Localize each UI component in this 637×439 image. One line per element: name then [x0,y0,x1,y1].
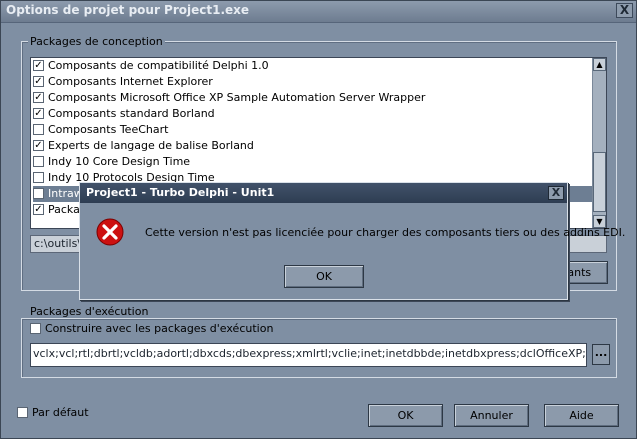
error-dialog: Project1 - Turbo Delphi - Unit1 X Cette … [79,182,625,300]
checkbox[interactable] [33,123,44,135]
ellipsis-button[interactable]: ... [592,344,610,365]
list-item[interactable]: Composants TeeChart [33,122,593,138]
checkbox[interactable]: ✓ [33,187,44,199]
checkbox[interactable] [33,171,44,183]
checkbox[interactable]: ✓ [33,75,44,87]
list-item[interactable]: ✓ Composants standard Borland [33,106,593,122]
list-item[interactable]: ✓ Composants Internet Explorer [33,74,593,90]
list-item[interactable]: ✓ Experts de langage de balise Borland [33,138,593,154]
window-title: Options de projet pour Project1.exe [6,3,250,17]
default-label: Par défaut [32,406,89,419]
error-ok-button[interactable]: OK [284,265,364,288]
scroll-up-icon[interactable]: ▲ [593,58,606,71]
runtime-packages-input[interactable]: vclx;vcl;rtl;dbrtl;vcldb;adortl;dbxcds;d… [30,343,587,367]
design-packages-title: Packages de conception [28,35,165,48]
build-with-runtime-checkbox[interactable] [30,322,41,334]
title-bar[interactable]: Options de projet pour Project1.exe X [1,1,636,23]
checkbox[interactable]: ✓ [33,139,44,151]
scroll-thumb[interactable] [593,152,606,212]
default-row[interactable]: Par défaut [17,406,89,420]
help-button[interactable]: Aide [544,404,619,427]
cancel-button[interactable]: Annuler [454,404,529,427]
close-button[interactable]: X [616,3,633,18]
checkbox[interactable] [33,155,44,167]
list-item[interactable]: ✓ Composants Microsoft Office XP Sample A… [33,90,593,106]
default-checkbox[interactable] [17,406,28,418]
list-item[interactable]: ✓ Composants de compatibilité Delphi 1.0 [33,58,593,74]
error-dialog-title-bar[interactable]: Project1 - Turbo Delphi - Unit1 X [80,183,567,203]
error-dialog-title: Project1 - Turbo Delphi - Unit1 [86,186,275,199]
runtime-packages-title: Packages d'exécution [28,305,151,318]
error-icon [96,218,124,246]
error-message: Cette version n'est pas licenciée pour c… [145,226,626,239]
error-dialog-close-button[interactable]: X [548,186,564,200]
checkbox[interactable]: ✓ [33,203,44,215]
ok-button[interactable]: OK [368,404,443,427]
build-with-runtime-row[interactable]: Construire avec les packages d'exécution [30,322,273,336]
list-item[interactable]: Indy 10 Core Design Time [33,154,593,170]
build-with-runtime-label: Construire avec les packages d'exécution [45,322,274,335]
checkbox[interactable]: ✓ [33,59,44,71]
checkbox[interactable]: ✓ [33,91,44,103]
checkbox[interactable]: ✓ [33,107,44,119]
list-scrollbar[interactable]: ▲ ▼ [592,58,606,228]
